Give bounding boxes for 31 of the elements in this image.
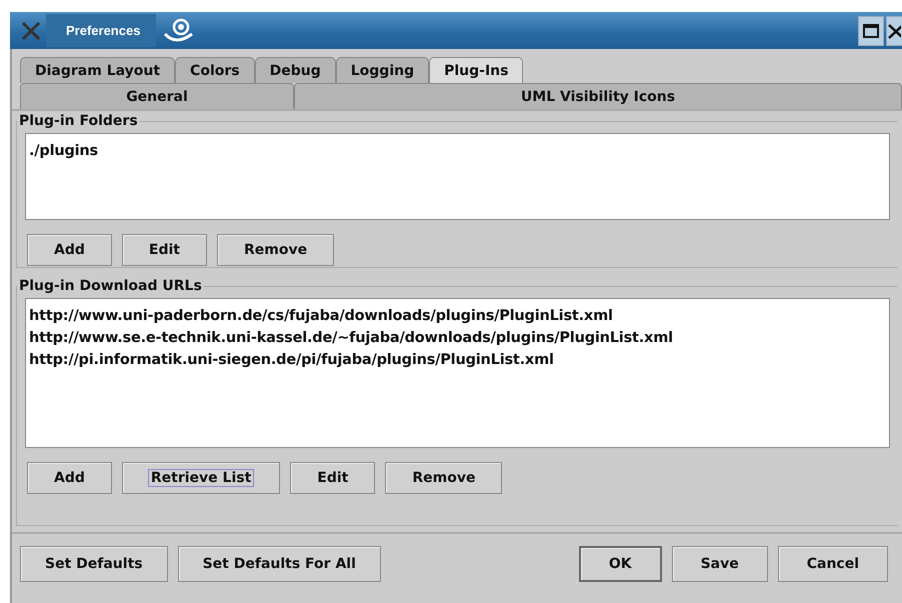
list-button[interactable]: Edit — [122, 234, 207, 266]
list-button[interactable]: Add — [27, 462, 112, 494]
list-item[interactable]: http://www.se.e-technik.uni-kassel.de/~fujaba/downloads/plugins/PluginList.xml — [29, 327, 886, 349]
app-icon — [20, 20, 42, 42]
tab[interactable]: UML Visibility Icons — [294, 83, 902, 109]
list-button[interactable]: Remove — [385, 462, 502, 494]
list-item[interactable]: ./plugins — [29, 140, 886, 162]
dialog-button[interactable]: Cancel — [778, 546, 888, 582]
list-button[interactable]: Retrieve List — [122, 462, 280, 494]
close-icon — [887, 22, 901, 40]
section-title: Plug-in Download URLs — [18, 278, 203, 294]
list-button[interactable]: Add — [27, 234, 112, 266]
maximize-button[interactable] — [858, 16, 884, 46]
tab[interactable]: General — [20, 83, 294, 109]
close-button[interactable] — [886, 16, 902, 46]
dialog-button[interactable]: OK — [578, 546, 662, 582]
dialog-button[interactable]: Set Defaults For All — [178, 546, 381, 582]
tab[interactable]: Colors — [175, 57, 255, 83]
dialog-button[interactable]: Set Defaults — [20, 546, 168, 582]
list-item[interactable]: http://pi.informatik.uni-siegen.de/pi/fujaba/plugins/PluginList.xml — [29, 349, 886, 371]
window-title: Preferences — [46, 14, 156, 47]
section-title: Plug-in Folders — [18, 113, 139, 129]
tab[interactable]: Logging — [336, 57, 430, 83]
tab[interactable]: Diagram Layout — [20, 57, 176, 83]
list-item[interactable]: http://www.uni-paderborn.de/cs/fujaba/downloads/plugins/PluginList.xml — [29, 305, 886, 327]
tab[interactable]: Plug-Ins — [429, 57, 524, 83]
list-button[interactable]: Remove — [216, 234, 334, 266]
dialog-button[interactable]: Save — [672, 546, 768, 582]
tab[interactable]: Debug — [254, 57, 336, 83]
list-button[interactable]: Edit — [290, 462, 376, 494]
window-icon — [862, 22, 880, 40]
